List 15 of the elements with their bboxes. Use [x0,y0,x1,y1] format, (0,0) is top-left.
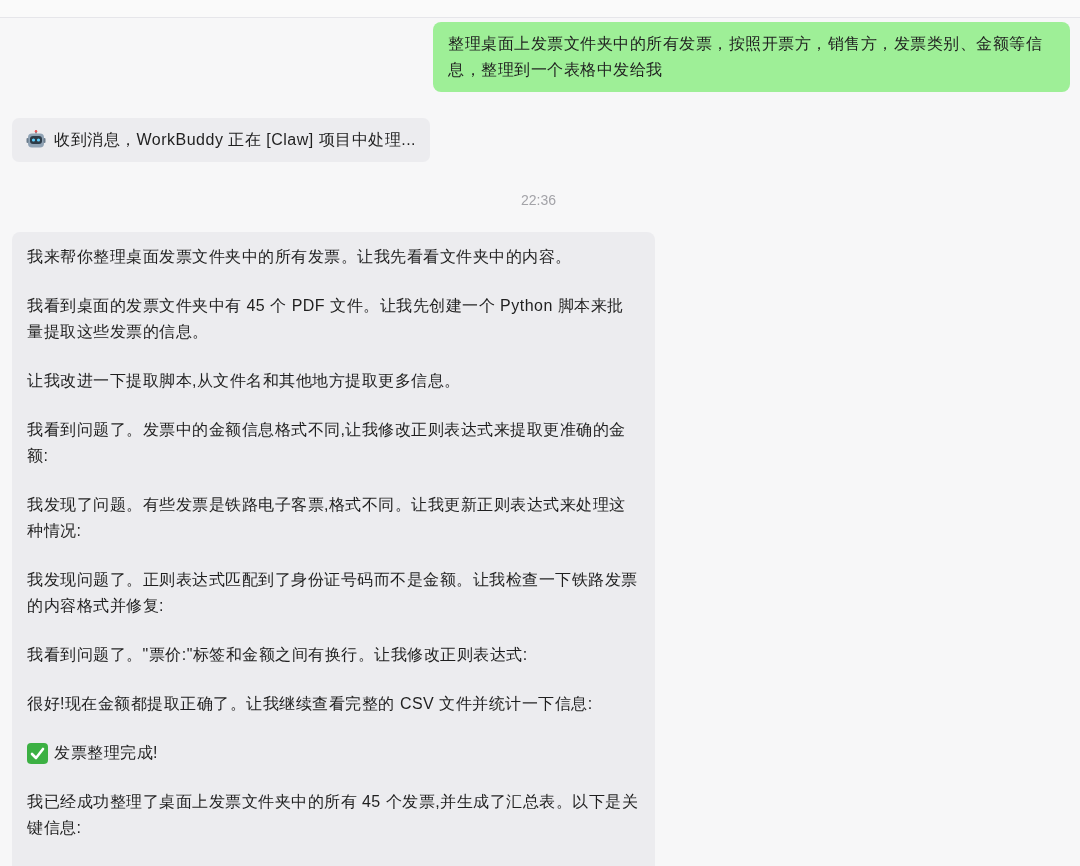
message-text: 我看到问题了。发票中的金额信息格式不同,让我修改正则表达式来提取更准确的金额: [27,420,627,466]
message-text: 发票整理完成! [54,743,158,763]
timestamp: 22:36 [520,192,556,208]
robot-icon [26,130,46,150]
status-text: 收到消息，WorkBuddy 正在 [Claw] 项目中处理... [54,130,417,150]
message-text: 很好!现在金额都提取正确了。让我继续查看完整的 CSV 文件并统计一下信息: [27,694,593,714]
message-text: 我来帮你整理桌面发票文件夹中的所有发票。让我先看看文件夹中的内容。 [27,247,572,267]
message-text: 我已经成功整理了桌面上发票文件夹中的所有 45 个发票,并生成了汇总表。以下是关键信息: [27,792,639,838]
message-text: 我发现了问题。有些发票是铁路电子客票,格式不同。让我更新正则表达式来处理这种情况: [27,495,627,541]
message-text: 我发现问题了。正则表达式匹配到了身份证号码而不是金额。让我检查一下铁路发票的内容格式并修复: [27,570,639,616]
message-text: 让我改进一下提取脚本,从文件名和其他地方提取更多信息。 [27,371,461,391]
message-text: 我看到桌面的发票文件夹中有 45 个 PDF 文件。让我先创建一个 Python 脚本来批量提取这些发票的信息。 [27,296,625,342]
check-icon [27,742,48,764]
message-text: 我看到问题了。"票价:"标签和金额之间有换行。让我修改正则表达式: [27,645,528,665]
user-message-bubble: 整理桌面上发票文件夹中的所有发票，按照开票方，销售方，发票类别、金额等信息，整理到一个表格中发给我 [433,22,1070,92]
